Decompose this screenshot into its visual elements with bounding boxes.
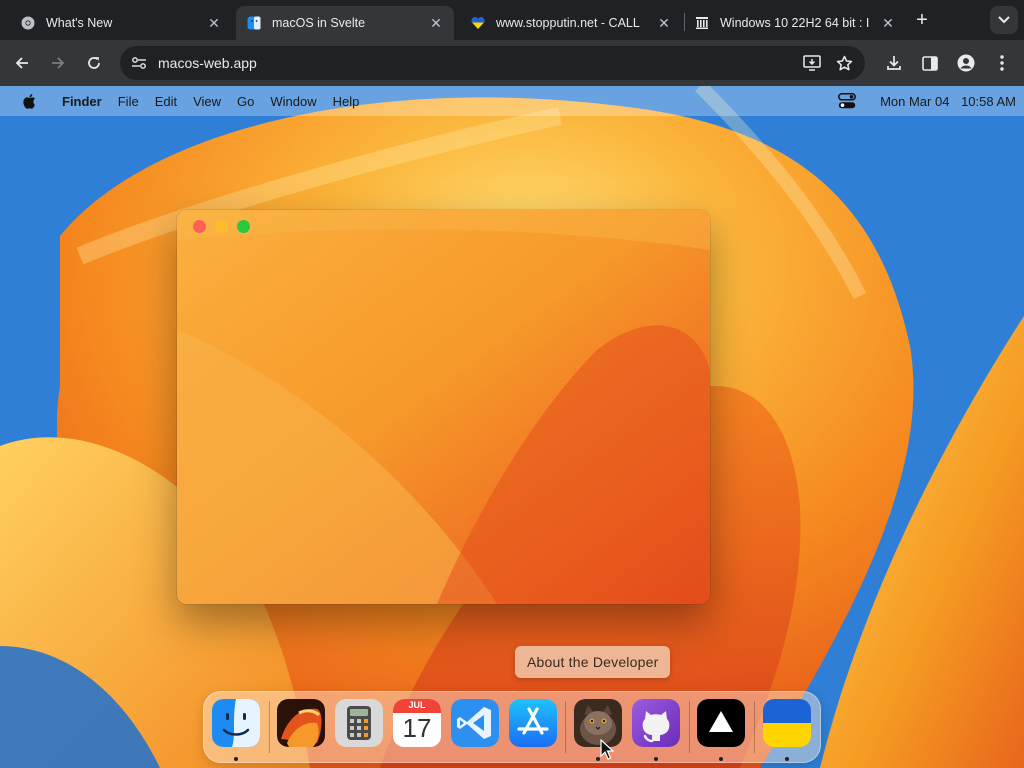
clock-time: 10:58 AM [961,93,1016,109]
address-bar[interactable]: macos-web.app [120,46,865,80]
close-tab-icon[interactable]: ✕ [428,15,444,31]
dock-about-developer[interactable] [574,699,622,747]
arrow-right-icon [52,57,65,69]
running-indicator [234,757,238,761]
back-button[interactable] [10,51,34,75]
close-window-button[interactable] [193,220,206,233]
install-icon [803,55,821,71]
calendar-month: JUL [408,700,426,710]
dock-divider [754,701,755,753]
vercel-icon [697,699,745,747]
dock-tooltip: About the Developer [515,646,671,678]
arrow-left-icon [15,57,28,69]
wallpaper-icon [277,699,325,747]
zoom-window-button[interactable] [237,220,250,233]
archive-icon [694,15,710,31]
close-tab-icon[interactable]: ✕ [206,15,222,31]
running-indicator [785,757,789,761]
menu-window[interactable]: Window [270,94,316,109]
install-app-button[interactable] [800,51,824,75]
dock-appstore[interactable] [509,699,557,747]
tab-title: macOS in Svelte [272,16,366,30]
clock-date: Mon Mar 04 [880,93,950,109]
new-tab-button[interactable]: + [910,8,934,32]
tab-windows-10[interactable]: Windows 10 22H2 64 bit : I ✕ [684,6,906,40]
ukraine-heart-icon [470,15,486,31]
calendar-day: 17 [402,713,432,743]
dock-divider [565,701,566,753]
close-tab-icon[interactable]: ✕ [880,15,896,31]
browser-toolbar: macos-web.app [0,40,1024,86]
bookmark-button[interactable] [832,51,856,75]
tab-stopputin[interactable]: www.stopputin.net - CALL ✕ [460,6,682,40]
menu-help[interactable]: Help [333,94,360,109]
dock-calculator[interactable] [335,699,383,747]
apple-menu-icon[interactable] [18,86,40,116]
tab-macos-in-svelte[interactable]: macOS in Svelte ✕ [236,6,454,40]
downloads-button[interactable] [882,51,906,75]
profile-button[interactable] [954,51,978,75]
menu-clock[interactable]: Mon Mar 04 10:58 AM [872,94,1016,109]
reload-button[interactable] [82,51,106,75]
url-text[interactable]: macos-web.app [158,55,257,71]
reload-icon [88,57,100,69]
side-panel-button[interactable] [918,51,942,75]
tab-title: What's New [46,16,113,30]
menu-button[interactable] [990,51,1014,75]
close-tab-icon[interactable]: ✕ [656,15,672,31]
site-settings-icon[interactable] [128,52,150,74]
minimize-window-button[interactable] [215,220,228,233]
window-background [177,210,710,604]
forward-button[interactable] [46,51,70,75]
menu-edit[interactable]: Edit [155,94,177,109]
tab-whats-new[interactable]: What's New ✕ [10,6,232,40]
dock-wallpapers[interactable] [277,699,325,747]
finder-icon [212,699,260,747]
mouse-cursor-icon [600,739,614,760]
developer-avatar-icon [574,699,622,747]
profile-icon [957,54,975,72]
ukraine-flag-icon [763,699,811,747]
tab-strip: What's New ✕ macOS in Svelte ✕ www.stopp… [0,0,1024,40]
dock-calendar[interactable]: JUL 17 [393,699,441,747]
menu-go[interactable]: Go [237,94,254,109]
vscode-icon [451,699,499,747]
dock-vscode[interactable] [451,699,499,747]
dock-github[interactable] [632,699,680,747]
control-center-icon[interactable] [836,91,858,111]
menu-bar-status: Mon Mar 04 10:58 AM [836,86,1016,116]
app-window[interactable] [177,210,710,604]
dock-divider [689,701,690,753]
menu-file[interactable]: File [118,94,139,109]
running-indicator [719,757,723,761]
github-icon [632,699,680,747]
star-icon [836,55,852,70]
running-indicator [654,757,658,761]
calculator-icon [335,699,383,747]
dock: JUL 17 [203,691,821,763]
chrome-icon [20,15,36,31]
download-icon [887,56,901,70]
appstore-icon [509,699,557,747]
menu-view[interactable]: View [193,94,221,109]
side-panel-icon [922,55,938,71]
dock-vercel[interactable] [697,699,745,747]
chevron-down-icon [998,16,1010,24]
mac-menu-bar: Finder File Edit View Go Window Help Mon… [0,86,1024,116]
macos-desktop: Finder File Edit View Go Window Help Mon… [0,86,1024,768]
dock-finder[interactable] [212,699,260,747]
dock-ukraine[interactable] [763,699,811,747]
tab-title: www.stopputin.net - CALL [496,16,640,30]
tab-search-button[interactable] [990,6,1018,34]
menu-app-name[interactable]: Finder [62,94,102,109]
finder-icon [246,15,262,31]
dock-divider [269,701,270,753]
more-vertical-icon [1000,55,1004,71]
tab-title: Windows 10 22H2 64 bit : I [720,16,870,30]
